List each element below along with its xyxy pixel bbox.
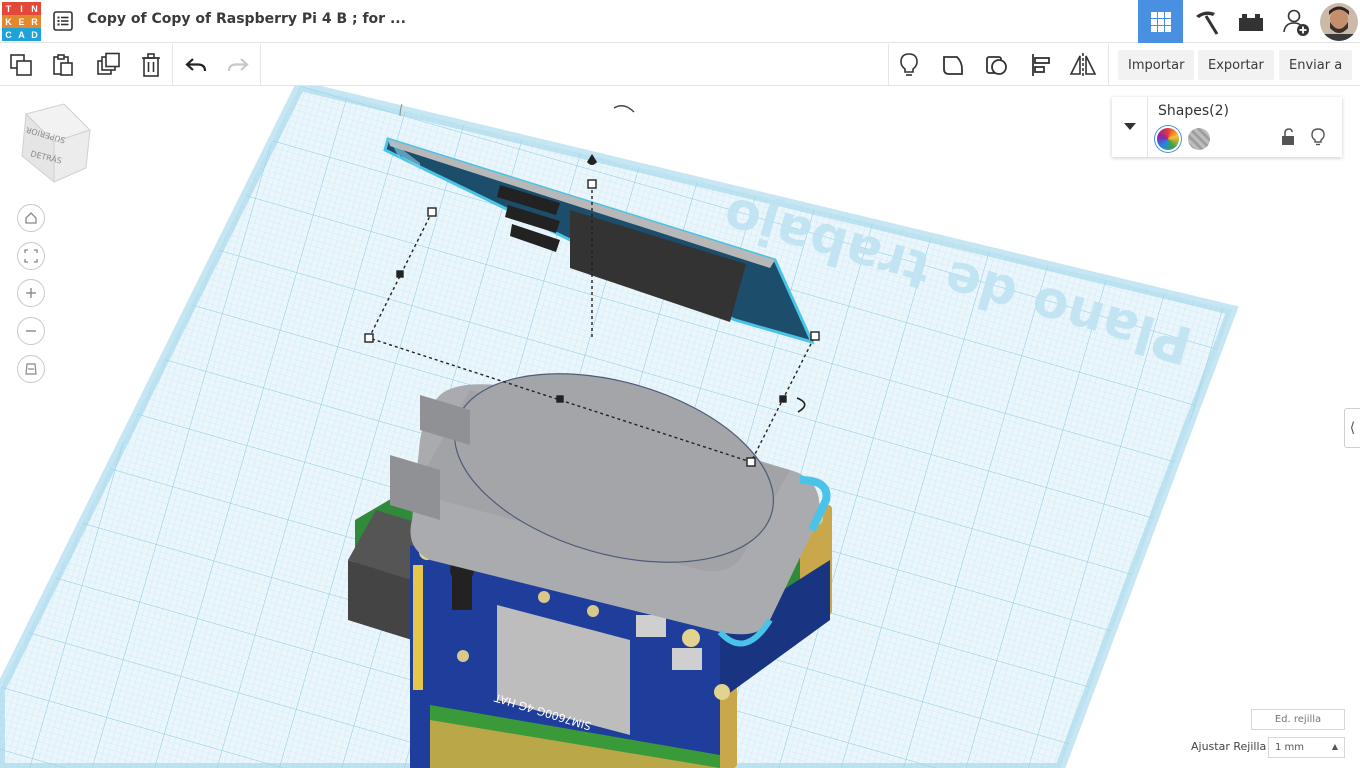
- workplane-canvas[interactable]: Plano de trabajo SIM7600G 4G HAT: [0, 86, 1360, 768]
- collapse-inspector-icon[interactable]: [1112, 97, 1148, 157]
- chevron-up-icon: ▲: [1331, 742, 1338, 751]
- rotate-handle-icon[interactable]: [613, 105, 635, 113]
- grid-view-icon[interactable]: [1138, 0, 1183, 43]
- zoom-out-icon[interactable]: [17, 317, 45, 345]
- document-title[interactable]: Copy of Copy of Raspberry Pi 4 B ; for .…: [87, 11, 406, 27]
- logo-letter: A: [15, 28, 28, 41]
- expand-side-panel-icon[interactable]: ⟨: [1344, 408, 1360, 448]
- group-icon[interactable]: [982, 50, 1012, 80]
- export-button[interactable]: Exportar: [1198, 50, 1274, 80]
- logo-letter: E: [15, 15, 28, 28]
- note-shape-icon[interactable]: [938, 50, 968, 80]
- copy-icon[interactable]: [6, 50, 36, 80]
- tinkercad-logo[interactable]: TINKERCAD: [2, 2, 41, 41]
- mirror-icon[interactable]: [1068, 50, 1098, 80]
- unlock-icon[interactable]: [1279, 127, 1297, 147]
- redo-icon[interactable]: [223, 50, 253, 80]
- import-button[interactable]: Importar: [1118, 50, 1195, 80]
- logo-letter: I: [15, 2, 28, 15]
- solid-color-swatch[interactable]: [1157, 128, 1179, 150]
- edit-grid-button[interactable]: Ed. rejilla: [1251, 709, 1345, 730]
- visibility-bulb-icon[interactable]: [1309, 127, 1327, 147]
- logo-letter: K: [2, 15, 15, 28]
- zoom-in-icon[interactable]: [17, 279, 45, 307]
- user-avatar[interactable]: [1318, 0, 1360, 43]
- perspective-icon[interactable]: [17, 355, 45, 383]
- undo-icon[interactable]: [181, 50, 211, 80]
- inspector-title: Shapes(2): [1158, 103, 1229, 119]
- send-to-button[interactable]: Enviar a: [1279, 50, 1353, 80]
- logo-letter: N: [28, 2, 41, 15]
- logo-letter: T: [2, 2, 15, 15]
- duplicate-icon[interactable]: [93, 50, 123, 80]
- delete-icon[interactable]: [136, 50, 166, 80]
- hole-swatch[interactable]: [1188, 128, 1210, 150]
- logo-letter: R: [28, 15, 41, 28]
- design-list-icon[interactable]: [52, 10, 74, 32]
- fit-view-icon[interactable]: [17, 242, 45, 270]
- logo-letter: C: [2, 28, 15, 41]
- pickaxe-icon[interactable]: [1183, 0, 1228, 43]
- logo-letter: D: [28, 28, 41, 41]
- top-bar: TINKERCAD Copy of Copy of Raspberry Pi 4…: [0, 0, 1360, 43]
- snap-grid-select[interactable]: 1 mm ▲: [1268, 737, 1345, 758]
- paste-icon[interactable]: [48, 50, 78, 80]
- align-icon[interactable]: [1026, 50, 1056, 80]
- light-bulb-icon[interactable]: [894, 50, 924, 80]
- bricks-icon[interactable]: [1228, 0, 1273, 43]
- view-cube[interactable]: SUPERIOR DETRÁS: [14, 100, 94, 184]
- shape-inspector-panel: Shapes(2): [1112, 97, 1342, 157]
- snap-grid-label: Ajustar Rejilla: [1191, 740, 1267, 753]
- add-user-icon[interactable]: [1273, 0, 1318, 43]
- edit-toolbar: Importar Exportar Enviar a: [0, 44, 1360, 86]
- home-view-icon[interactable]: [17, 204, 45, 232]
